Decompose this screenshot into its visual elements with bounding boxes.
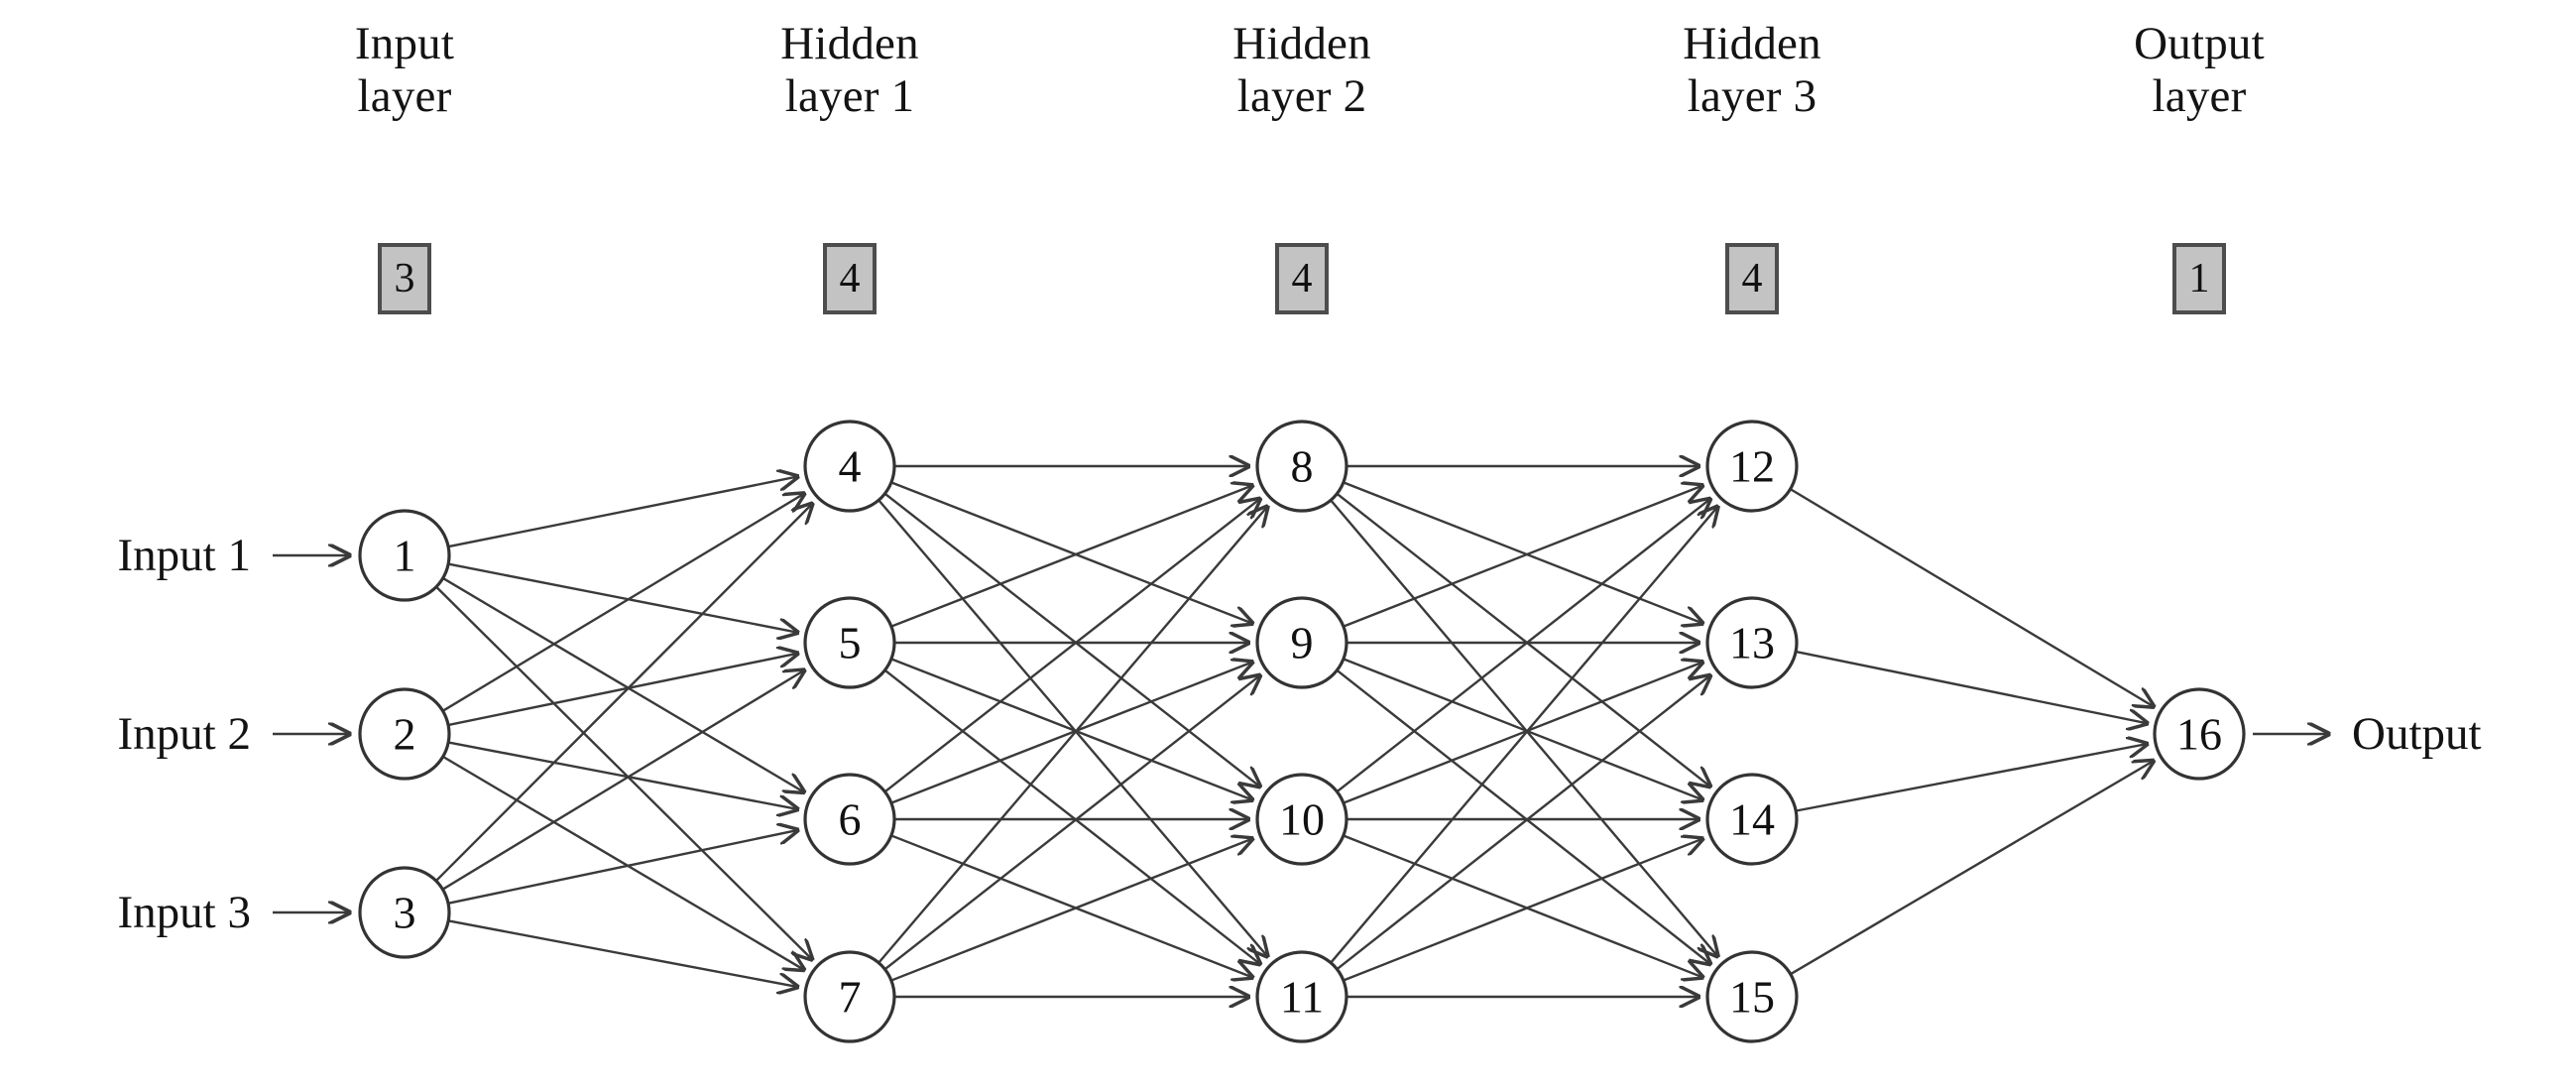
node-7[interactable]: [803, 950, 896, 1043]
edge-2-7: [443, 756, 804, 969]
output-label: Output: [2352, 708, 2482, 760]
edge-7-10: [891, 839, 1252, 982]
network-canvas: [273, 420, 2576, 1043]
node-10[interactable]: [1255, 773, 1348, 866]
layer-header-hidden3: Hidden layer 3: [1683, 18, 1821, 122]
node-1[interactable]: [358, 509, 451, 602]
edge-3-5: [442, 670, 803, 891]
edge-11-14: [1344, 839, 1702, 982]
edge-8-15: [1330, 500, 1717, 956]
edge-group: [435, 466, 2154, 997]
node-15[interactable]: [1705, 950, 1799, 1043]
input-label-1: Input 1: [117, 530, 251, 581]
edge-12-16: [1790, 488, 2153, 707]
edge-9-15: [1337, 669, 1709, 963]
edge-10-15: [1344, 834, 1702, 977]
input-label-2: Input 2: [117, 708, 251, 760]
edge-6-11: [891, 834, 1252, 977]
node-9[interactable]: [1255, 596, 1348, 689]
edge-4-9: [891, 481, 1252, 624]
edge-11-13: [1337, 675, 1709, 970]
edge-5-11: [884, 669, 1259, 963]
node-13[interactable]: [1705, 596, 1799, 689]
edge-10-12: [1337, 499, 1709, 792]
edge-5-8: [891, 486, 1252, 628]
edge-11-12: [1330, 507, 1717, 963]
layer-count-box-hidden2: 4: [1275, 243, 1329, 314]
node-12[interactable]: [1705, 420, 1799, 513]
edge-4-11: [878, 500, 1267, 956]
edge-1-6: [442, 577, 804, 791]
layer-count-box-input: 3: [378, 243, 431, 314]
node-group: [358, 420, 2246, 1043]
edge-8-14: [1337, 493, 1709, 786]
edge-3-7: [448, 919, 797, 987]
edge-1-5: [448, 562, 797, 633]
edge-5-10: [891, 658, 1252, 800]
node-5[interactable]: [803, 596, 896, 689]
layer-header-output: Output layer: [2134, 18, 2265, 122]
layer-count-box-output: 1: [2172, 243, 2226, 314]
edge-4-10: [884, 493, 1259, 786]
node-16[interactable]: [2153, 687, 2246, 781]
edge-15-16: [1791, 761, 2154, 975]
node-11[interactable]: [1255, 950, 1348, 1043]
node-2[interactable]: [358, 687, 451, 781]
edge-8-13: [1344, 481, 1702, 623]
layer-header-input: Input layer: [354, 18, 455, 122]
edge-9-14: [1344, 658, 1702, 799]
neural-network-diagram: 1 2 3 4 5 6 7 8 9 10 11 12 13 14 15 16 Input layer 3 Hidde…: [0, 0, 2576, 1091]
node-14[interactable]: [1705, 773, 1799, 866]
layer-header-hidden2: Hidden layer 2: [1232, 18, 1371, 122]
node-8[interactable]: [1255, 420, 1348, 513]
edge-1-7: [435, 586, 812, 959]
layer-count-box-hidden3: 4: [1725, 243, 1779, 314]
edge-13-16: [1796, 651, 2147, 723]
edge-14-16: [1796, 744, 2147, 812]
edge-9-12: [1344, 486, 1702, 628]
edge-3-4: [435, 504, 811, 882]
node-4[interactable]: [803, 420, 896, 513]
input-label-3: Input 3: [117, 887, 251, 938]
node-6[interactable]: [803, 773, 896, 866]
edge-2-5: [448, 654, 797, 726]
edge-6-9: [891, 663, 1252, 804]
edge-7-9: [884, 675, 1259, 970]
layer-header-hidden1: Hidden layer 1: [780, 18, 919, 122]
node-3[interactable]: [358, 866, 451, 959]
edge-7-8: [878, 507, 1267, 963]
edge-10-13: [1344, 663, 1702, 804]
layer-count-box-hidden1: 4: [823, 243, 877, 314]
edge-6-8: [884, 499, 1259, 792]
edge-2-4: [442, 494, 803, 712]
edge-2-6: [448, 741, 797, 809]
edge-1-4: [448, 477, 797, 548]
